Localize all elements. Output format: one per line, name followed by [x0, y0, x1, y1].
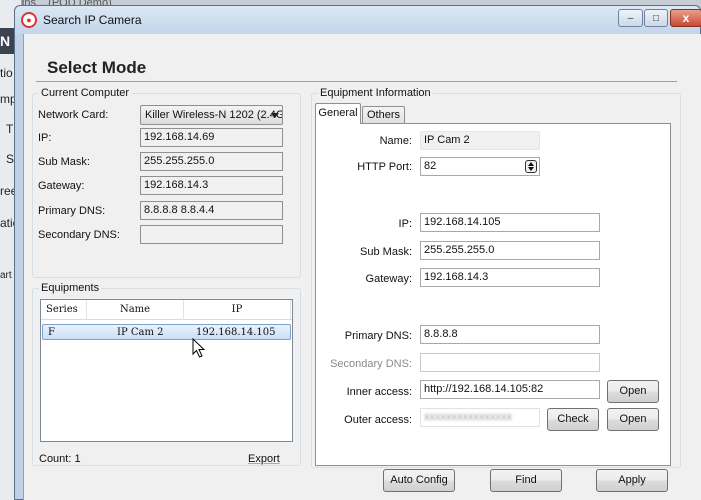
- equipment-information-group: Equipment Information General Others Nam…: [311, 87, 681, 468]
- search-ip-camera-dialog: ● Search IP Camera – □ x Select Mode Cur…: [14, 5, 701, 500]
- column-header-ip[interactable]: IP: [184, 300, 291, 320]
- device-sub-mask-input[interactable]: 255.255.255.0: [420, 241, 600, 260]
- device-ip-input[interactable]: 192.168.14.105: [420, 213, 600, 232]
- title-bar[interactable]: ● Search IP Camera – □ x: [15, 6, 701, 34]
- ip-label: IP:: [38, 132, 52, 144]
- tab-general[interactable]: General: [315, 103, 361, 124]
- apply-button[interactable]: Apply: [596, 469, 668, 492]
- secondary-dns-field[interactable]: [140, 225, 283, 244]
- equipment-information-label: Equipment Information: [318, 87, 433, 99]
- name-field[interactable]: IP Cam 2: [420, 131, 540, 150]
- network-card-label: Network Card:: [38, 109, 109, 121]
- inner-access-field[interactable]: http://192.168.14.105:82: [420, 380, 600, 399]
- network-card-value: Killer Wireless-N 1202 (2.4GHz): [145, 109, 282, 121]
- http-port-label: HTTP Port:: [357, 161, 412, 173]
- current-computer-group: Current Computer Network Card: Killer Wi…: [32, 87, 301, 278]
- current-computer-label: Current Computer: [39, 87, 132, 99]
- table-row[interactable]: F IP Cam 2 192.168.14.105: [42, 324, 291, 340]
- http-port-value: 82: [424, 160, 437, 172]
- chevron-down-icon: [271, 113, 279, 118]
- inner-access-open-button[interactable]: Open: [607, 380, 659, 403]
- row-series: F: [48, 327, 55, 338]
- sub-mask-label: Sub Mask:: [38, 156, 90, 168]
- camera-app-icon: ●: [21, 12, 37, 28]
- mouse-pointer-icon: [192, 338, 206, 358]
- column-header-name[interactable]: Name: [87, 300, 184, 320]
- list-header: Series Name IP: [41, 300, 292, 320]
- ip-label: IP:: [398, 218, 412, 230]
- sub-mask-field[interactable]: 255.255.255.0: [140, 152, 283, 171]
- secondary-dns-label: Secondary DNS:: [330, 358, 412, 370]
- title-divider: [36, 81, 677, 82]
- minimize-button[interactable]: –: [618, 9, 643, 27]
- outer-access-value: xxxxxxxxxxxxxxxx: [424, 411, 512, 423]
- spinner-arrows-icon[interactable]: [525, 160, 537, 173]
- outer-access-check-button[interactable]: Check: [547, 408, 599, 431]
- maximize-button[interactable]: □: [644, 9, 668, 27]
- sub-mask-label: Sub Mask:: [360, 246, 412, 258]
- close-button[interactable]: x: [670, 9, 701, 27]
- gateway-field[interactable]: 192.168.14.3: [140, 176, 283, 195]
- outer-access-label: Outer access:: [344, 414, 412, 426]
- gateway-label: Gateway:: [365, 273, 412, 285]
- row-ip: 192.168.14.105: [196, 327, 276, 338]
- equipments-label: Equipments: [39, 282, 102, 294]
- row-name: IP Cam 2: [117, 327, 164, 338]
- count-label: Count: 1: [39, 453, 81, 465]
- inner-access-label: Inner access:: [346, 386, 412, 398]
- primary-dns-label: Primary DNS:: [344, 330, 412, 342]
- gateway-label: Gateway:: [38, 180, 85, 192]
- auto-config-button[interactable]: Auto Config: [383, 469, 455, 492]
- export-link[interactable]: Export: [248, 453, 280, 465]
- device-gateway-input[interactable]: 192.168.14.3: [420, 268, 600, 287]
- column-header-series[interactable]: Series: [41, 300, 87, 320]
- find-button[interactable]: Find: [490, 469, 562, 492]
- http-port-stepper[interactable]: 82: [420, 157, 540, 176]
- equipments-group: Equipments Series Name IP F IP Cam 2 192…: [32, 282, 301, 466]
- outer-access-open-button[interactable]: Open: [607, 408, 659, 431]
- network-card-select[interactable]: Killer Wireless-N 1202 (2.4GHz): [140, 105, 283, 125]
- ip-field[interactable]: 192.168.14.69: [140, 128, 283, 147]
- outer-access-field[interactable]: xxxxxxxxxxxxxxxx: [420, 408, 540, 427]
- page-title: Select Mode: [47, 58, 147, 77]
- dialog-client-area: Select Mode Current Computer Network Car…: [23, 34, 701, 500]
- primary-dns-field[interactable]: 8.8.8.8 8.8.4.4: [140, 201, 283, 220]
- window-title: Search IP Camera: [43, 13, 142, 27]
- equipments-list[interactable]: Series Name IP F IP Cam 2 192.168.14.105: [40, 299, 293, 442]
- name-label: Name:: [379, 135, 412, 147]
- secondary-dns-label: Secondary DNS:: [38, 229, 120, 241]
- tab-others[interactable]: Others: [362, 106, 405, 124]
- general-tab-panel: Name: IP Cam 2 HTTP Port: 82 IP: 192.168…: [315, 123, 671, 466]
- device-secondary-dns-input[interactable]: [420, 353, 600, 372]
- primary-dns-label: Primary DNS:: [38, 205, 106, 217]
- device-primary-dns-input[interactable]: 8.8.8.8: [420, 325, 600, 344]
